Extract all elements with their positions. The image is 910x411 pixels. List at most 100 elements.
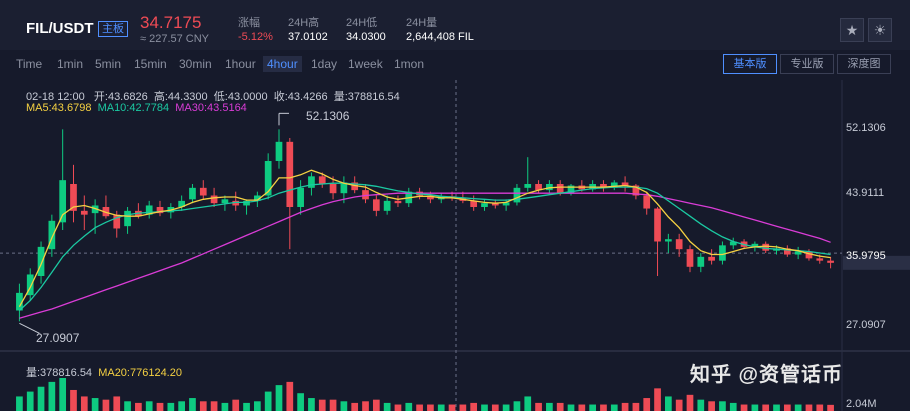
volume-bar — [26, 391, 34, 411]
volume-ma20-legend: MA20:776124.20 — [98, 367, 182, 379]
volume-bar — [589, 404, 596, 411]
candle-body — [124, 210, 131, 227]
candle-body — [275, 141, 283, 161]
volume-bar — [221, 402, 229, 411]
volume-bar — [70, 389, 77, 411]
crosshair-price-label: 35.9795 — [846, 250, 886, 262]
y-tick-label: 52.1306 — [846, 122, 886, 134]
candle-body — [189, 187, 196, 200]
volume-bar — [535, 402, 542, 411]
volume-bar — [416, 404, 423, 411]
volume-bar — [729, 402, 737, 411]
volume-bar — [513, 401, 521, 411]
volume-bar — [437, 404, 445, 411]
volume-bar — [394, 404, 402, 411]
ma5-line — [18, 169, 831, 308]
watermark: 知乎 @资管话币 — [690, 364, 844, 386]
volume-bar — [751, 404, 759, 411]
volume-bar — [189, 398, 196, 411]
volume-bar — [178, 401, 185, 411]
volume-bar — [91, 398, 99, 411]
volume-bar — [610, 404, 618, 411]
candle-body — [697, 256, 705, 267]
volume-bar — [719, 401, 726, 411]
volume-bar — [80, 396, 88, 411]
candlestick-chart[interactable] — [0, 0, 910, 411]
volume-bar — [383, 402, 391, 411]
candle-body — [264, 161, 272, 196]
volume-bar — [59, 378, 67, 411]
candle-body — [221, 199, 229, 204]
candle-body — [199, 187, 207, 196]
candle-body — [816, 258, 824, 261]
candle-body — [383, 200, 391, 211]
volume-bar — [675, 399, 683, 411]
candle-body — [318, 176, 326, 184]
volume-bar — [124, 401, 131, 411]
candle-body — [665, 239, 672, 242]
volume-bar — [405, 402, 413, 411]
candle-body — [708, 256, 715, 261]
candle-body — [329, 184, 337, 194]
volume-bar — [372, 399, 380, 411]
volume-bar — [783, 404, 791, 411]
volume-bar — [794, 404, 802, 411]
candle-body — [286, 141, 294, 207]
volume-bar — [805, 404, 813, 411]
volume-bar — [351, 402, 359, 411]
volume-bar — [816, 404, 824, 411]
volume-bar — [827, 404, 834, 411]
volume-bar — [167, 402, 175, 411]
volume-bar — [156, 402, 164, 411]
volume-bar — [340, 401, 348, 411]
candle-body — [654, 208, 661, 242]
volume-bar — [254, 401, 261, 411]
volume-bar — [297, 393, 304, 411]
volume-bar — [113, 396, 121, 411]
volume-bar — [135, 402, 142, 411]
volume-bar — [632, 402, 640, 411]
candle-body — [481, 203, 488, 207]
volume-bar — [16, 396, 23, 411]
y-tick-label: 43.9111 — [846, 187, 885, 199]
volume-bar — [578, 404, 586, 411]
candle-body — [675, 239, 683, 250]
volume-bar — [102, 399, 110, 411]
volume-bar — [481, 404, 488, 411]
candle-body — [524, 184, 532, 188]
volume-bar — [286, 381, 294, 411]
candle-body — [686, 249, 694, 267]
volume-bar — [708, 401, 715, 411]
candle-body — [394, 200, 402, 204]
volume-bar — [199, 401, 207, 411]
volume-bar — [665, 396, 672, 411]
volume-bar — [308, 398, 315, 411]
volume-bar — [491, 404, 499, 411]
volume-axis-label: 2.04M — [846, 398, 877, 410]
volume-bar — [264, 391, 272, 411]
volume-bar — [362, 401, 369, 411]
candle-body — [643, 195, 651, 209]
volume-bar — [686, 394, 694, 411]
volume-bar — [243, 402, 250, 411]
y-tick-label: 27.0907 — [846, 319, 886, 331]
volume-bar — [773, 404, 780, 411]
volume-bar — [762, 404, 770, 411]
marked-low-label: 27.0907 — [36, 331, 80, 345]
volume-bar — [448, 404, 456, 411]
volume-bar — [459, 404, 467, 411]
volume-bar — [524, 396, 532, 411]
volume-bar — [600, 404, 607, 411]
volume-bar — [210, 401, 218, 411]
ma10-line — [18, 182, 831, 311]
candle-body — [210, 195, 218, 204]
candle-body — [80, 210, 88, 215]
candle-body — [762, 243, 770, 251]
candle-body — [37, 246, 45, 276]
volume-bar — [567, 404, 575, 411]
candle-body — [297, 187, 304, 207]
volume-bar — [275, 385, 283, 411]
candle-body — [308, 176, 315, 188]
volume-legend: 量:378816.54 MA20:776124.20 — [26, 364, 182, 380]
volume-bar — [740, 404, 748, 411]
